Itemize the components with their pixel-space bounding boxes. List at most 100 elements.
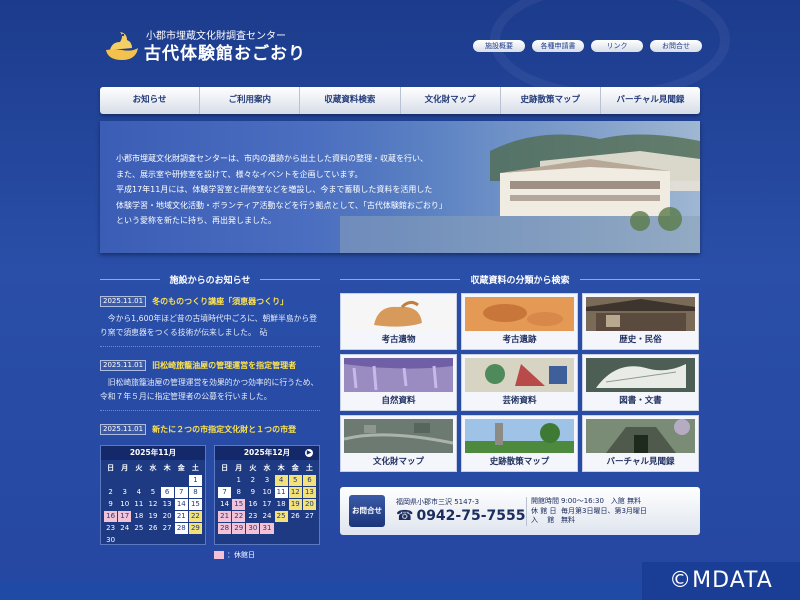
calendar-day[interactable]: 27	[161, 523, 174, 534]
calendar-day[interactable]: 1	[188, 475, 202, 486]
calendar-day[interactable]: 30	[104, 535, 117, 546]
news-title[interactable]: 冬のものつくり講座「須恵器つくり」	[152, 296, 288, 307]
top-link-forms[interactable]: 各種申請書	[532, 40, 584, 52]
calendar-day[interactable]: 29	[232, 523, 246, 534]
calendar-day[interactable]: 25	[274, 511, 288, 522]
calendar-day[interactable]: 17	[260, 499, 273, 510]
category-walk-map[interactable]: 史跡散策マップ	[461, 415, 578, 472]
calendar-day[interactable]: 25	[132, 523, 145, 534]
calendar-day[interactable]: 7	[218, 487, 232, 498]
category-natural-materials[interactable]: 自然資料	[340, 354, 457, 411]
nav-guide[interactable]: ご利用案内	[200, 87, 301, 114]
calendar-day[interactable]: 28	[218, 523, 232, 534]
category-history-folklore[interactable]: 歴史・民俗	[582, 293, 699, 350]
calendar-day[interactable]: 5	[288, 475, 302, 486]
calendar-day[interactable]: 16	[104, 511, 118, 522]
calendar-day[interactable]: 18	[275, 499, 288, 510]
news-item[interactable]: 2025.11.01 新たに２つの市指定文化財と１つの市登	[100, 422, 320, 436]
calendar-day[interactable]: 8	[232, 487, 245, 498]
legend-label: ：休館日	[227, 551, 255, 559]
calendar-day[interactable]: 13	[302, 487, 316, 498]
contact-button[interactable]: お問合せ	[349, 495, 385, 527]
calendar-day[interactable]: 3	[260, 475, 273, 486]
calendar-day[interactable]: 12	[288, 487, 302, 498]
weekday-header: 木	[277, 464, 285, 472]
wisteria-image	[344, 358, 453, 392]
calendar-day[interactable]: 30	[246, 523, 260, 534]
calendar-day[interactable]: 6	[302, 475, 316, 486]
calendar-day[interactable]: 28	[174, 523, 188, 534]
calendar-day[interactable]: 6	[160, 487, 174, 498]
calendar-day[interactable]: 12	[146, 499, 159, 510]
calendar-day	[175, 535, 188, 546]
calendar-day[interactable]: 1	[232, 475, 245, 486]
calendar-day[interactable]: 3	[118, 487, 131, 498]
calendar-day[interactable]: 14	[218, 499, 231, 510]
calendar-day[interactable]: 10	[260, 487, 273, 498]
calendar-day[interactable]: 24	[260, 511, 273, 522]
calendar-day[interactable]: 20	[161, 511, 174, 522]
calendar-day[interactable]: 17	[118, 511, 132, 522]
top-link-links[interactable]: リンク	[591, 40, 643, 52]
calendar-day[interactable]: 9	[104, 499, 117, 510]
calendar-day[interactable]: 2	[246, 475, 259, 486]
weekday-header: 火	[135, 464, 143, 472]
top-link-contact[interactable]: お問合せ	[650, 40, 702, 52]
calendar-day[interactable]: 9	[246, 487, 259, 498]
calendar-day[interactable]: 18	[132, 511, 145, 522]
calendar-day[interactable]: 21	[174, 511, 188, 522]
nav-virtual-tour[interactable]: バーチャル見聞録	[601, 87, 700, 114]
top-link-overview[interactable]: 施設概要	[473, 40, 525, 52]
category-virtual-tour[interactable]: バーチャル見聞録	[582, 415, 699, 472]
calendar-day[interactable]: 21	[218, 511, 232, 522]
calendar-day[interactable]: 4	[274, 475, 288, 486]
calendar-day[interactable]: 11	[274, 487, 288, 498]
nav-news[interactable]: お知らせ	[100, 87, 201, 114]
nav-walk-map[interactable]: 史跡散策マップ	[501, 87, 601, 114]
calendar-day	[289, 523, 302, 534]
calendar-grid: 日月火水木金土 1 2 3 4 5 6 7 8 9 10 11 12 13 14 15 16 17 18 19 20 21…	[101, 460, 205, 549]
news-item[interactable]: 2025.11.01 旧松崎旅籠油屋の管理運営を指定管理者 旧松崎旅籠油屋の管理…	[100, 358, 320, 411]
calendar-day[interactable]: 13	[161, 499, 174, 510]
calendar-day[interactable]: 16	[246, 499, 259, 510]
calendar-day[interactable]: 22	[232, 511, 246, 522]
news-title[interactable]: 旧松崎旅籠油屋の管理運営を指定管理者	[152, 360, 296, 371]
calendar-day[interactable]: 19	[146, 511, 159, 522]
calendar-day[interactable]: 2	[104, 487, 117, 498]
calendar-day[interactable]: 23	[104, 523, 117, 534]
category-archaeological-artifacts[interactable]: 考古遺物	[340, 293, 457, 350]
calendar-day[interactable]: 26	[146, 523, 159, 534]
weekday-header: 土	[305, 464, 313, 472]
news-item[interactable]: 2025.11.01 冬のものつくり講座「須恵器つくり」 今から1,600年ほど…	[100, 294, 320, 347]
news-title[interactable]: 新たに２つの市指定文化財と１つの市登	[152, 424, 296, 435]
category-heritage-map[interactable]: 文化財マップ	[340, 415, 457, 472]
calendar-day[interactable]: 23	[246, 511, 259, 522]
contact-panel: お問合せ 福岡県小郡市三沢 5147-3 ☎ 0942-75-7555 開館時間…	[340, 487, 700, 535]
calendar-day[interactable]: 29	[188, 523, 202, 534]
next-month-icon[interactable]: ▶	[305, 449, 313, 457]
calendar-day[interactable]: 26	[289, 511, 302, 522]
main-nav: お知らせ ご利用案内 収蔵資料検索 文化財マップ 史跡散策マップ バーチャル見聞…	[100, 87, 700, 114]
calendar-day[interactable]: 15	[188, 499, 202, 510]
calendar-day[interactable]: 20	[302, 499, 316, 510]
nav-collection-search[interactable]: 収蔵資料検索	[300, 87, 401, 114]
calendar-day[interactable]: 31	[260, 523, 274, 534]
calendar-day[interactable]: 8	[188, 487, 202, 498]
calendar-day[interactable]: 4	[132, 487, 145, 498]
nav-heritage-map[interactable]: 文化財マップ	[401, 87, 501, 114]
calendar-day[interactable]: 7	[174, 487, 188, 498]
calendar-day[interactable]: 10	[118, 499, 131, 510]
calendar-day[interactable]: 22	[188, 511, 202, 522]
site-logo[interactable]: 小郡市埋蔵文化財調査センター 古代体験館おごおり	[102, 24, 322, 64]
category-art-materials[interactable]: 芸術資料	[461, 354, 578, 411]
calendar-day[interactable]: 11	[132, 499, 145, 510]
weekday-header: 日	[107, 464, 115, 472]
category-books-documents[interactable]: 図書・文書	[582, 354, 699, 411]
calendar-day[interactable]: 19	[288, 499, 302, 510]
calendar-day[interactable]: 14	[174, 499, 188, 510]
calendar-day[interactable]: 27	[303, 511, 316, 522]
category-archaeological-sites[interactable]: 考古遺跡	[461, 293, 578, 350]
calendar-day[interactable]: 5	[146, 487, 159, 498]
calendar-day[interactable]: 24	[118, 523, 131, 534]
calendar-day[interactable]: 15	[232, 499, 246, 510]
